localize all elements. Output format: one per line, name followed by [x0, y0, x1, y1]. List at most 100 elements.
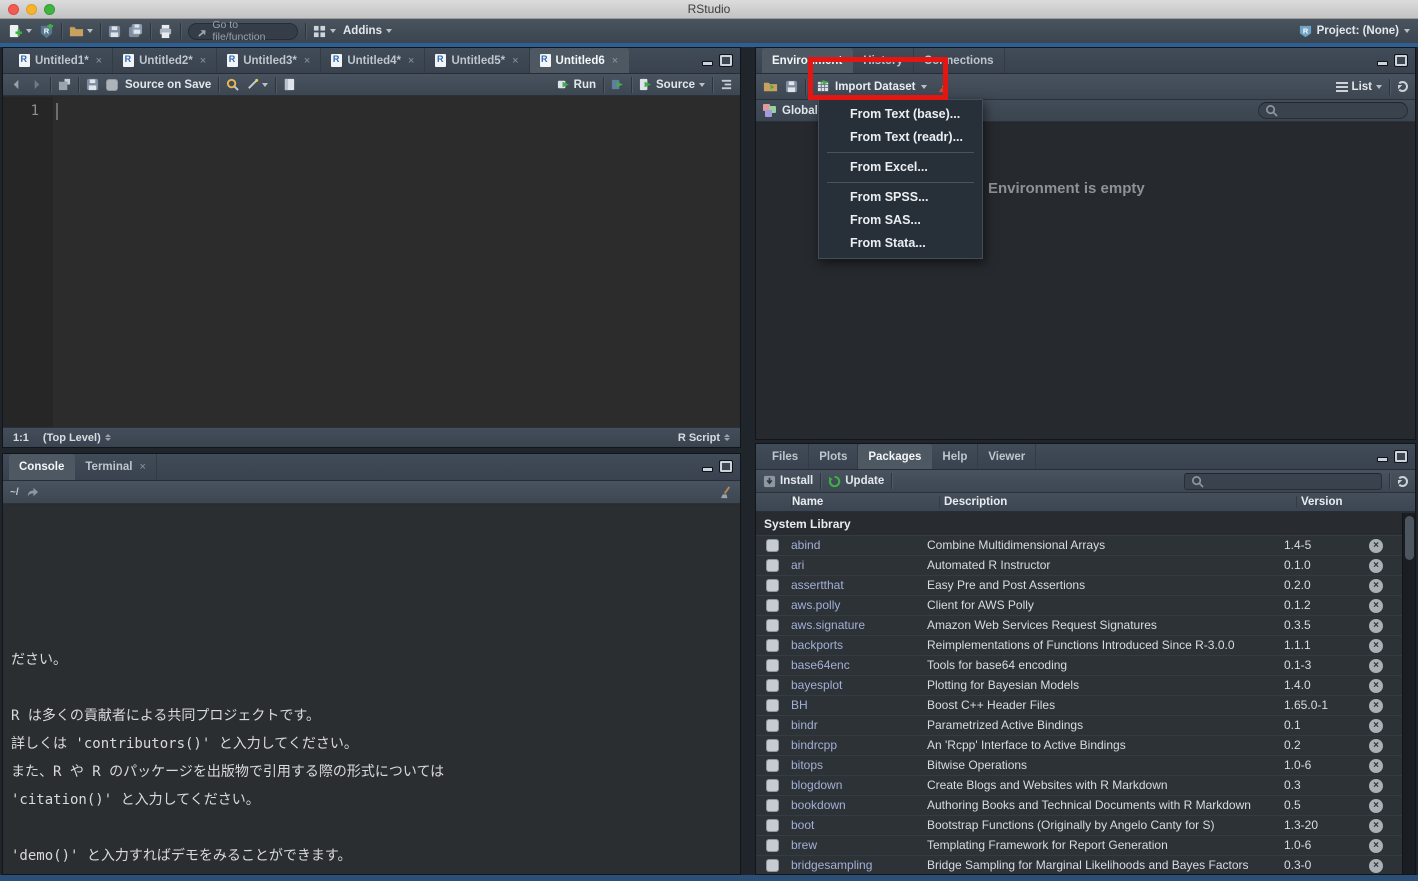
close-tab-icon[interactable]: × [200, 55, 206, 67]
addins-grid-caret[interactable] [330, 29, 336, 33]
source-on-save-checkbox[interactable] [106, 79, 118, 91]
package-name-link[interactable]: bindr [779, 718, 927, 733]
source-tab[interactable]: Untitled5* × [425, 48, 529, 73]
rerun-icon[interactable] [611, 78, 624, 91]
package-loaded-checkbox[interactable] [766, 719, 779, 732]
display-mode-button[interactable]: List [1336, 81, 1382, 93]
close-tab-icon[interactable]: × [139, 461, 145, 473]
maximize-pane-icon[interactable] [1395, 451, 1407, 462]
environment-search-input[interactable] [1258, 102, 1408, 119]
remove-package-button[interactable]: × [1369, 619, 1383, 633]
package-name-link[interactable]: aws.signature [779, 618, 927, 633]
code-tools-button[interactable] [246, 78, 268, 91]
package-name-link[interactable]: bayesplot [779, 678, 927, 693]
save-workspace-icon[interactable] [785, 80, 798, 93]
console-tab[interactable]: Terminal × [75, 454, 157, 480]
packages-scrollbar[interactable] [1402, 513, 1415, 874]
table-row[interactable]: abind Combine Multidimensional Arrays 1.… [756, 535, 1402, 555]
package-loaded-checkbox[interactable] [766, 599, 779, 612]
remove-package-button[interactable]: × [1369, 719, 1383, 733]
remove-package-button[interactable]: × [1369, 579, 1383, 593]
package-name-link[interactable]: backports [779, 638, 927, 653]
menu-item[interactable]: From SAS... [819, 209, 982, 232]
package-loaded-checkbox[interactable] [766, 659, 779, 672]
remove-package-button[interactable]: × [1369, 699, 1383, 713]
project-menu-button[interactable]: R Project: (None) [1299, 25, 1410, 38]
back-icon[interactable] [10, 78, 23, 91]
remove-package-button[interactable]: × [1369, 819, 1383, 833]
file-type-selector[interactable]: R Script [678, 432, 730, 444]
table-row[interactable]: backports Reimplementations of Functions… [756, 635, 1402, 655]
source-caret[interactable] [699, 83, 705, 87]
clear-console-icon[interactable] [720, 486, 733, 499]
maximize-pane-icon[interactable] [720, 55, 732, 66]
package-name-link[interactable]: bookdown [779, 798, 927, 813]
table-row[interactable]: base64enc Tools for base64 encoding 0.1-… [756, 655, 1402, 675]
update-button[interactable]: Update [828, 475, 884, 488]
packages-search-input[interactable] [1184, 473, 1382, 490]
package-loaded-checkbox[interactable] [766, 699, 779, 712]
code-editor[interactable]: 1 [3, 97, 740, 427]
remove-package-button[interactable]: × [1369, 539, 1383, 553]
editor-text-area[interactable] [53, 97, 740, 427]
package-name-link[interactable]: aws.polly [779, 598, 927, 613]
remove-package-button[interactable]: × [1369, 759, 1383, 773]
save-button[interactable] [108, 25, 121, 38]
table-row[interactable]: aws.signature Amazon Web Services Reques… [756, 615, 1402, 635]
package-loaded-checkbox[interactable] [766, 779, 779, 792]
packages-pane-tab[interactable]: Plots [809, 444, 858, 469]
menu-item[interactable]: From Excel... [819, 156, 982, 179]
menu-item[interactable]: From Stata... [819, 232, 982, 255]
table-row[interactable]: brew Templating Framework for Report Gen… [756, 835, 1402, 855]
minimize-pane-icon[interactable] [1377, 61, 1388, 66]
addins-grid-button[interactable] [313, 25, 336, 38]
refresh-environment-icon[interactable] [1397, 81, 1408, 92]
version-column-header[interactable]: Version [1296, 496, 1415, 508]
package-loaded-checkbox[interactable] [766, 679, 779, 692]
package-name-link[interactable]: bridgesampling [779, 858, 927, 873]
minimize-pane-icon[interactable] [1377, 457, 1388, 462]
console-tab[interactable]: Console × [9, 454, 75, 480]
table-row[interactable]: bitops Bitwise Operations 1.0-6 × [756, 755, 1402, 775]
new-file-button[interactable] [8, 24, 32, 39]
package-loaded-checkbox[interactable] [766, 819, 779, 832]
packages-pane-tab[interactable]: Packages [858, 444, 932, 469]
package-loaded-checkbox[interactable] [766, 619, 779, 632]
package-loaded-checkbox[interactable] [766, 579, 779, 592]
remove-package-button[interactable]: × [1369, 859, 1383, 873]
packages-pane-tab[interactable]: Viewer [978, 444, 1036, 469]
package-loaded-checkbox[interactable] [766, 759, 779, 772]
run-button[interactable]: Run [557, 78, 596, 91]
menu-item[interactable]: From Text (readr)... [819, 126, 982, 149]
install-button[interactable]: Install [763, 475, 813, 488]
source-button[interactable]: Source [639, 78, 705, 91]
compile-report-icon[interactable] [283, 78, 296, 91]
close-tab-icon[interactable]: × [304, 55, 310, 67]
package-name-link[interactable]: bitops [779, 758, 927, 773]
packages-pane-tab[interactable]: Help [932, 444, 978, 469]
package-loaded-checkbox[interactable] [766, 539, 779, 552]
close-tab-icon[interactable]: × [96, 55, 102, 67]
save-icon[interactable] [86, 78, 99, 91]
package-name-link[interactable]: blogdown [779, 778, 927, 793]
source-tab[interactable]: Untitled4* × [321, 48, 425, 73]
package-name-link[interactable]: base64enc [779, 658, 927, 673]
open-file-caret[interactable] [87, 29, 93, 33]
remove-package-button[interactable]: × [1369, 739, 1383, 753]
package-name-link[interactable]: ari [779, 558, 927, 573]
maximize-pane-icon[interactable] [1395, 55, 1407, 66]
goto-file-function-input[interactable]: Go to file/function [188, 23, 298, 40]
name-column-header[interactable]: Name [791, 496, 939, 508]
minimize-pane-icon[interactable] [702, 61, 713, 66]
forward-icon[interactable] [30, 78, 43, 91]
remove-package-button[interactable]: × [1369, 599, 1383, 613]
package-name-link[interactable]: assertthat [779, 578, 927, 593]
table-row[interactable]: boot Bootstrap Functions (Originally by … [756, 815, 1402, 835]
table-row[interactable]: bayesplot Plotting for Bayesian Models 1… [756, 675, 1402, 695]
close-tab-icon[interactable]: × [612, 55, 618, 67]
addins-button[interactable]: Addins [343, 25, 392, 37]
table-row[interactable]: bridgesampling Bridge Sampling for Margi… [756, 855, 1402, 874]
remove-package-button[interactable]: × [1369, 679, 1383, 693]
print-button[interactable] [158, 24, 173, 39]
package-name-link[interactable]: abind [779, 538, 927, 553]
